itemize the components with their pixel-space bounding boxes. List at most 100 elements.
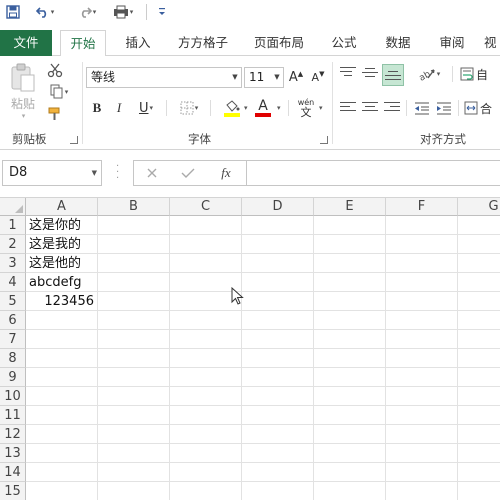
- merge-icon: [464, 101, 478, 115]
- save-icon[interactable]: [3, 0, 23, 24]
- grow-font-button[interactable]: A ▲: [288, 67, 304, 88]
- name-box-value: D8: [9, 165, 28, 180]
- row-header[interactable]: 15: [0, 482, 26, 500]
- align-top-icon[interactable]: [338, 64, 358, 84]
- formula-input[interactable]: [246, 160, 500, 186]
- merge-label: 合: [480, 101, 493, 116]
- row-header[interactable]: 14: [0, 463, 26, 482]
- drag-handle-icon[interactable]: · · ·: [116, 162, 120, 184]
- cut-icon[interactable]: [44, 60, 66, 80]
- cell-a2[interactable]: 这是我的: [29, 235, 97, 254]
- clipboard-launcher-icon[interactable]: [70, 136, 78, 144]
- row-header[interactable]: 3: [0, 254, 26, 273]
- cell-a4[interactable]: abcdefg: [29, 273, 97, 292]
- formula-buttons: fx: [133, 160, 247, 186]
- underline-icon: U: [138, 100, 149, 116]
- redo-button[interactable]: ▾: [72, 0, 102, 24]
- chevron-down-icon[interactable]: ▼: [271, 68, 283, 87]
- tab-page-layout[interactable]: 页面布局: [246, 30, 312, 56]
- row-header[interactable]: 1: [0, 216, 26, 235]
- chevron-down-icon[interactable]: ▼: [229, 68, 241, 87]
- tab-review[interactable]: 审阅: [430, 30, 474, 56]
- font-size-value: 11: [249, 70, 265, 84]
- ribbon-tabs: 文件 开始 插入 方方格子 页面布局 公式 数据 审阅 视: [0, 30, 500, 57]
- worksheet-grid[interactable]: A B C D E F G 1 2 3 4 5 6 7 8 9 10 11 12…: [0, 198, 500, 500]
- row-header[interactable]: 11: [0, 406, 26, 425]
- row-header[interactable]: 2: [0, 235, 26, 254]
- row-header[interactable]: 7: [0, 330, 26, 349]
- column-header-a[interactable]: A: [26, 198, 98, 216]
- column-header-g[interactable]: G: [458, 198, 500, 216]
- underline-button[interactable]: U ▾: [132, 98, 160, 118]
- formula-bar: D8 ▼ · · · fx: [0, 150, 500, 198]
- tab-insert[interactable]: 插入: [116, 30, 160, 56]
- orientation-button[interactable]: ab ▾: [414, 64, 444, 84]
- row-header[interactable]: 10: [0, 387, 26, 406]
- bold-button[interactable]: B: [88, 98, 106, 118]
- borders-icon: [180, 101, 194, 115]
- tab-view[interactable]: 视: [484, 30, 500, 56]
- quick-access-toolbar: ▾ ▾ ▾: [0, 0, 500, 30]
- clipboard-group-label: 剪贴板: [12, 132, 47, 146]
- column-header-b[interactable]: B: [98, 198, 170, 216]
- cell-a3[interactable]: 这是他的: [29, 254, 97, 273]
- merge-center-button[interactable]: 合: [464, 98, 500, 118]
- format-painter-icon[interactable]: [44, 104, 66, 124]
- align-right-icon[interactable]: [382, 98, 402, 118]
- fill-bucket-icon: [226, 99, 240, 112]
- font-color-button[interactable]: A: [252, 96, 274, 120]
- increase-indent-icon[interactable]: [434, 98, 454, 118]
- tab-data[interactable]: 数据: [376, 30, 420, 56]
- tab-file[interactable]: 文件: [0, 30, 52, 56]
- row-header[interactable]: 8: [0, 349, 26, 368]
- print-button[interactable]: ▾: [108, 0, 138, 24]
- borders-button[interactable]: ▾: [174, 98, 204, 118]
- ribbon: 粘贴 ▾ ▾ 剪贴板 等线 ▼ 11 ▼ A▲ A▼ B I U▾ ▾ ▾: [0, 56, 500, 150]
- insert-function-button[interactable]: fx: [216, 164, 236, 182]
- shrink-font-button[interactable]: A ▼: [310, 67, 326, 88]
- cancel-icon[interactable]: [144, 165, 160, 181]
- font-size-combo[interactable]: 11 ▼: [244, 67, 284, 88]
- italic-button[interactable]: I: [110, 98, 128, 118]
- undo-button[interactable]: ▾: [30, 0, 60, 24]
- row-header[interactable]: 12: [0, 425, 26, 444]
- mouse-pointer-icon: [231, 287, 244, 305]
- row-header[interactable]: 9: [0, 368, 26, 387]
- row-header[interactable]: 5: [0, 292, 26, 311]
- tab-formulas[interactable]: 公式: [322, 30, 366, 56]
- cell-a1[interactable]: 这是你的: [29, 216, 97, 235]
- row-header[interactable]: 4: [0, 273, 26, 292]
- wrap-text-button[interactable]: 自: [460, 64, 500, 84]
- column-header-e[interactable]: E: [314, 198, 386, 216]
- column-header-d[interactable]: D: [242, 198, 314, 216]
- font-name-combo[interactable]: 等线 ▼: [86, 67, 242, 88]
- chevron-down-icon[interactable]: ▼: [92, 161, 97, 185]
- name-box[interactable]: D8 ▼: [2, 160, 102, 186]
- cell-a5[interactable]: 123456: [26, 292, 97, 311]
- customize-toolbar-icon[interactable]: [154, 0, 170, 24]
- font-color-icon: A: [258, 98, 268, 114]
- font-group-label: 字体: [188, 132, 211, 146]
- row-header[interactable]: 6: [0, 311, 26, 330]
- column-header-c[interactable]: C: [170, 198, 242, 216]
- orientation-icon: ab: [418, 69, 435, 82]
- tab-fangfang[interactable]: 方方格子: [170, 30, 236, 56]
- copy-icon[interactable]: ▾: [44, 82, 74, 102]
- tab-home[interactable]: 开始: [60, 30, 106, 57]
- grow-font-icon: A: [288, 70, 298, 85]
- font-launcher-icon[interactable]: [320, 136, 328, 144]
- phonetic-sub: 文: [300, 106, 312, 119]
- paste-button[interactable]: 粘贴 ▾: [6, 60, 40, 122]
- font-name-value: 等线: [91, 70, 116, 84]
- paste-label: 粘贴: [10, 96, 35, 111]
- row-header[interactable]: 13: [0, 444, 26, 463]
- column-header-f[interactable]: F: [386, 198, 458, 216]
- select-all-corner[interactable]: [0, 198, 26, 216]
- decrease-indent-icon[interactable]: [412, 98, 432, 118]
- align-left-icon[interactable]: [338, 98, 358, 118]
- align-middle-icon[interactable]: [360, 64, 380, 84]
- align-bottom-icon[interactable]: [382, 64, 404, 86]
- align-center-icon[interactable]: [360, 98, 380, 118]
- enter-icon[interactable]: [180, 165, 196, 181]
- phonetic-button[interactable]: wén 文: [296, 96, 316, 120]
